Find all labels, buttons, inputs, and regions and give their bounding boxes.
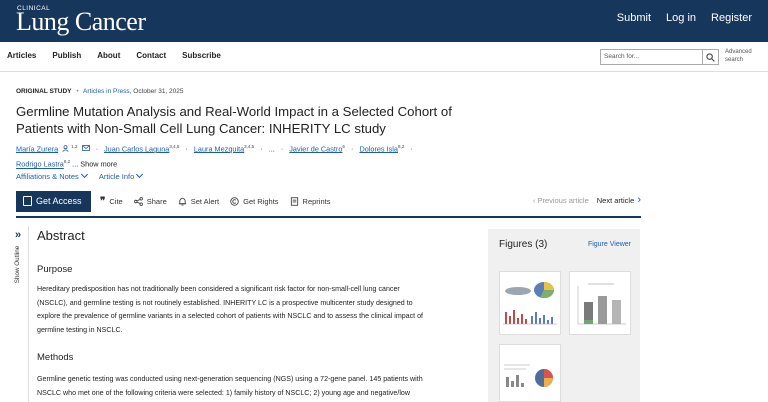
account-links: Submit Log in Register bbox=[617, 12, 752, 24]
share-icon bbox=[133, 197, 143, 206]
search-input[interactable]: Search for... bbox=[600, 49, 703, 65]
author-link[interactable]: Rodrigo Lastra bbox=[16, 160, 64, 169]
set-alert-button[interactable]: Set Alert bbox=[178, 197, 219, 206]
outline-divider bbox=[28, 226, 29, 402]
article-title: Germline Mutation Analysis and Real-Worl… bbox=[16, 104, 452, 136]
articles-in-press-link[interactable]: Articles in Press bbox=[83, 88, 130, 95]
figure-thumbnail[interactable] bbox=[569, 271, 631, 335]
previous-article-link[interactable]: ‹ Previous article bbox=[533, 196, 589, 205]
affiliations-toggle[interactable]: Affiliations & Notes bbox=[16, 170, 88, 181]
author-sup: 6 bbox=[342, 144, 345, 149]
author-link[interactable]: Juan Carlos Laguna bbox=[104, 144, 169, 153]
document-icon bbox=[290, 197, 298, 206]
chevron-right-icon: › bbox=[634, 194, 641, 206]
author-link[interactable]: Dolores Isla bbox=[359, 144, 398, 153]
chevron-down-icon bbox=[136, 170, 144, 179]
article-meta: ORIGINAL STUDY • Articles in Press, Octo… bbox=[16, 88, 184, 95]
register-link[interactable]: Register bbox=[711, 12, 752, 24]
figure-viewer-link[interactable]: Figure Viewer bbox=[588, 241, 631, 248]
figure-3-preview bbox=[504, 364, 553, 387]
study-type: ORIGINAL STUDY bbox=[16, 88, 72, 95]
author-sup: 1,2 bbox=[71, 144, 78, 149]
nav-item-contact[interactable]: Contact bbox=[136, 51, 166, 60]
author-sup: 3,4,5 bbox=[169, 144, 180, 149]
publish-date: October 31, 2025 bbox=[133, 88, 184, 95]
submit-link[interactable]: Submit bbox=[617, 12, 651, 24]
nav-bar: Articles Publish About Contact Subscribe… bbox=[0, 42, 768, 72]
quote-icon: ❞ bbox=[100, 195, 106, 207]
nav-item-publish[interactable]: Publish bbox=[52, 51, 81, 60]
author-link[interactable]: María Zurera bbox=[16, 144, 58, 153]
article-toolbar: Get Access ❞ Cite Share Set Alert Get Rig… bbox=[16, 191, 641, 213]
search-icon bbox=[706, 53, 715, 62]
bell-icon bbox=[178, 197, 186, 206]
authors-ellipsis: ... bbox=[268, 144, 275, 154]
reprints-button[interactable]: Reprints bbox=[290, 197, 330, 206]
figures-panel: Figures (3) Figure Viewer bbox=[488, 229, 640, 402]
advanced-search-link[interactable]: Advanced search bbox=[725, 48, 761, 64]
get-rights-button[interactable]: Get Rights bbox=[230, 197, 279, 206]
author-link[interactable]: Javier de Castro bbox=[289, 144, 342, 153]
search-button[interactable] bbox=[703, 49, 719, 65]
purpose-heading: Purpose bbox=[37, 264, 73, 275]
article-info-toggle[interactable]: Article Info bbox=[99, 170, 144, 181]
author-sup: 3,4,5 bbox=[244, 144, 255, 149]
show-outline-button[interactable]: » Show Outline bbox=[14, 229, 28, 299]
figures-title: Figures (3) bbox=[499, 239, 548, 250]
authors-ellipsis: ... bbox=[72, 159, 79, 169]
lock-icon bbox=[23, 196, 32, 206]
methods-heading: Methods bbox=[37, 352, 74, 363]
person-icon[interactable] bbox=[62, 145, 69, 153]
author-sup: 8,2 bbox=[63, 159, 71, 165]
methods-text: Germline genetic testing was conducted u… bbox=[37, 375, 423, 397]
figure-1-preview bbox=[503, 282, 557, 325]
chevron-down-icon bbox=[80, 170, 88, 179]
logo-main-text: Lung Cancer bbox=[16, 7, 146, 36]
abstract-heading: Abstract bbox=[37, 228, 85, 243]
cite-button[interactable]: ❞ Cite bbox=[100, 195, 123, 207]
tool-items: ❞ Cite Share Set Alert Get Rights Reprint… bbox=[100, 195, 330, 207]
nav-menu: Articles Publish About Contact Subscribe bbox=[7, 51, 221, 60]
login-link[interactable]: Log in bbox=[666, 12, 696, 24]
nav-item-subscribe[interactable]: Subscribe bbox=[182, 51, 221, 60]
outline-label: Show Outline bbox=[14, 245, 22, 284]
figure-2-preview bbox=[577, 283, 626, 325]
toolbar-divider bbox=[16, 216, 641, 218]
figure-thumbnail[interactable] bbox=[499, 271, 561, 335]
meta-separator: • bbox=[76, 88, 79, 95]
author-list: María Zurera 1,2 · Juan Carlos Laguna3,4… bbox=[16, 144, 413, 169]
double-chevron-right-icon: » bbox=[15, 229, 22, 241]
info-toggles: Affiliations & Notes Article Info bbox=[16, 170, 144, 181]
nav-item-about[interactable]: About bbox=[97, 51, 120, 60]
copyright-icon bbox=[230, 197, 239, 206]
author-sup: 8,2 bbox=[397, 144, 405, 149]
top-header: CLINICAL Lung Cancer Submit Log in Regis… bbox=[0, 0, 768, 42]
figure-thumbnail[interactable] bbox=[499, 344, 561, 402]
share-button[interactable]: Share bbox=[133, 197, 167, 206]
get-access-button[interactable]: Get Access bbox=[16, 191, 91, 212]
show-more-button[interactable]: Show more bbox=[80, 160, 117, 169]
purpose-text: Hereditary predisposition has not tradit… bbox=[37, 285, 424, 334]
email-icon[interactable] bbox=[81, 145, 90, 152]
author-link[interactable]: Laura Mezquita bbox=[194, 144, 244, 153]
next-article-link[interactable]: Next article › bbox=[597, 194, 641, 206]
nav-item-articles[interactable]: Articles bbox=[7, 51, 36, 60]
article-pager: ‹ Previous article Next article › bbox=[533, 194, 641, 206]
